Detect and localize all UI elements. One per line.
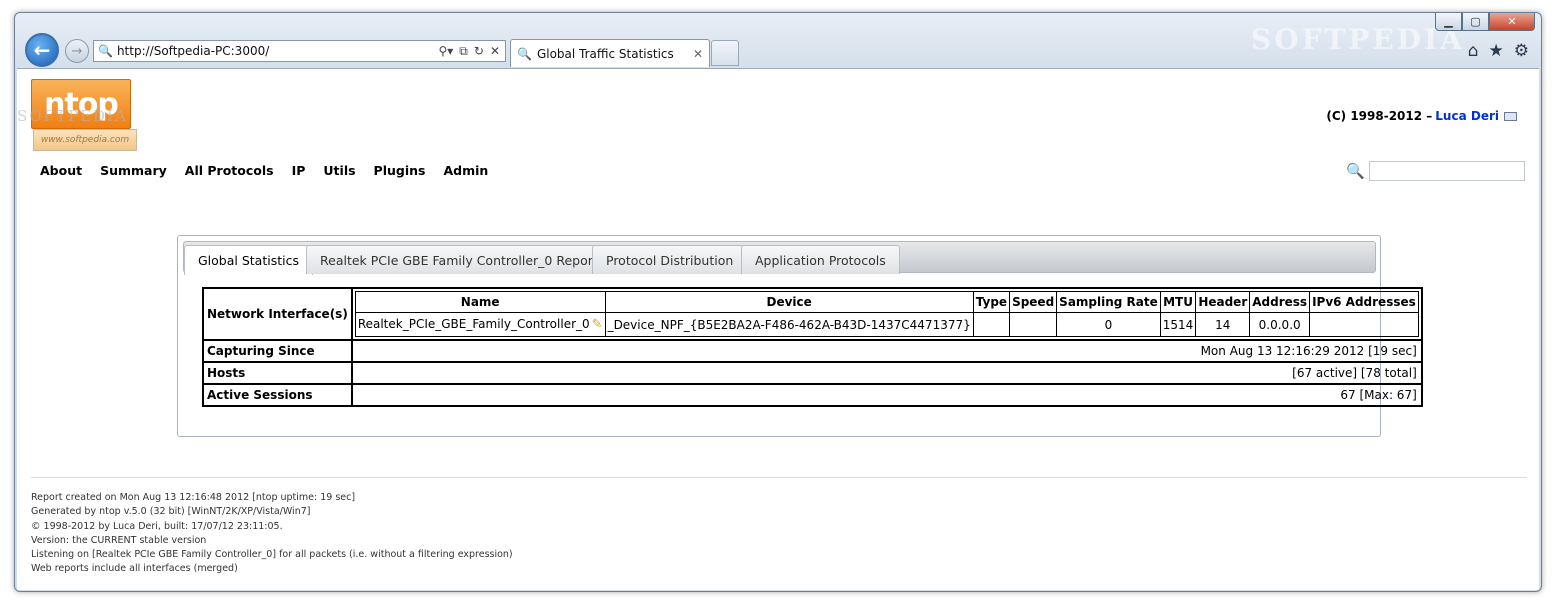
footer-line: Version: the CURRENT stable version [31,534,207,546]
global-stats-table: Network Interface(s) Name Device Type Sp… [202,287,1423,407]
search-icon: 🔍 [1346,162,1365,180]
interface-address: 0.0.0.0 [1249,312,1311,337]
stop-icon[interactable]: ✕ [490,44,500,59]
interface-header: 14 [1195,312,1251,337]
menu-item-plugins[interactable]: Plugins [374,163,426,178]
active-sessions-label: Active Sessions [202,383,353,407]
footer-line: Report created on Mon Aug 13 12:16:48 20… [31,492,356,503]
col-sampling-rate: Sampling Rate [1056,291,1161,313]
main-menu: About Summary All Protocols IP Utils Plu… [40,163,488,178]
home-icon[interactable]: ⌂ [1468,41,1479,61]
page-content: ntop www.softpedia.com SOFTPEDIA (C) 199… [17,68,1539,590]
minimize-button[interactable]: ▁ [1435,13,1462,31]
menu-item-all-protocols[interactable]: All Protocols [185,163,274,178]
author-link[interactable]: Luca Deri [1435,109,1499,123]
interface-device: _Device_NPF_{B5E2BA2A-F486-462A-B43D-143… [604,312,974,337]
report-footer: Report created on Mon Aug 13 12:16:48 20… [31,491,513,577]
favorites-star-icon[interactable]: ★ [1489,41,1504,61]
compatibility-icon[interactable]: ⧉ [459,44,468,59]
footer-line: Listening on [Realtek PCIe GBE Family Co… [31,549,513,561]
gear-icon[interactable]: ⚙ [1514,41,1529,61]
network-interfaces-label: Network Interface(s) [202,287,353,341]
interface-name: Realtek_PCIe_GBE_Family_Controller_0 [357,317,590,331]
col-type: Type [972,291,1011,313]
col-header: Header [1195,291,1251,313]
interface-speed [1009,312,1058,337]
interface-ipv6 [1309,312,1419,337]
pencil-icon[interactable]: ✎ [592,317,603,332]
interface-name-cell: Realtek_PCIe_GBE_Family_Controller_0 ✎ [354,312,606,337]
footer-line: Web reports include all interfaces (merg… [31,563,238,575]
refresh-icon[interactable]: ↻ [474,44,484,59]
interface-mtu: 1514 [1159,312,1197,337]
interface-sampling-rate: 0 [1056,312,1161,337]
tab-title: Global Traffic Statistics [536,46,674,61]
capturing-since-value: Mon Aug 13 12:16:29 2012 [19 sec] [350,339,1423,363]
arrow-right-icon: → [71,43,83,59]
interfaces-table: Name Device Type Speed Sampling Rate MTU… [354,291,1419,337]
mail-icon[interactable] [1504,111,1517,121]
col-name: Name [354,291,606,313]
close-window-button[interactable]: ✕ [1489,13,1535,31]
maximize-button[interactable]: ▢ [1462,13,1489,31]
tab-close-icon[interactable]: ✕ [693,47,703,61]
panel-tabs: Global Statistics Realtek PCIe GBE Famil… [183,241,1376,275]
col-ipv6: IPv6 Addresses [1309,291,1419,313]
search-dropdown-icon[interactable]: ⚲▾ [438,44,453,59]
menu-item-utils[interactable]: Utils [323,163,355,178]
site-search: 🔍 [1346,161,1525,181]
tab-protocol-distribution[interactable]: Protocol Distribution [592,245,748,274]
tab-application-protocols[interactable]: Application Protocols [741,245,900,274]
col-device: Device [604,291,974,313]
footer-divider [31,477,1527,478]
menu-item-about[interactable]: About [40,163,82,178]
active-sessions-value: 67 [Max: 67] [350,383,1423,407]
page-search-icon: 🔍 [98,44,113,58]
stats-panel: Global Statistics Realtek PCIe GBE Famil… [177,235,1423,437]
new-tab-button[interactable] [711,40,739,66]
footer-line: Generated by ntop v.5.0 (32 bit) [WinNT/… [31,506,311,518]
capturing-since-label: Capturing Since [202,339,353,363]
tab-page-icon: 🔍 [517,46,532,61]
hosts-label: Hosts [202,361,353,385]
interface-type [972,312,1011,337]
back-button[interactable]: ← [25,33,59,67]
hosts-value: [67 active] [78 total] [350,361,1423,385]
copyright-line: (C) 1998-2012 – Luca Deri [1326,109,1517,123]
col-speed: Speed [1009,291,1058,313]
menu-item-summary[interactable]: Summary [100,163,167,178]
logo-subtext: www.softpedia.com [33,129,137,151]
browser-tools: ⌂ ★ ⚙ [1468,41,1529,61]
softpedia-watermark: SOFTPEDIA [1251,23,1465,56]
copyright-text: (C) 1998-2012 – [1326,109,1433,123]
col-mtu: MTU [1159,291,1197,313]
browser-window: SOFTPEDIA ▁ ▢ ✕ ← → 🔍 http://Softpedia-P… [14,12,1542,592]
table-row: Realtek_PCIe_GBE_Family_Controller_0 ✎ _D… [354,312,1419,337]
logo-watermark: SOFTPEDIA [17,107,128,125]
col-address: Address [1249,291,1311,313]
tab-global-statistics[interactable]: Global Statistics [184,245,313,275]
window-caption-buttons: ▁ ▢ ✕ [1435,13,1535,31]
forward-button[interactable]: → [65,39,89,63]
arrow-left-icon: ← [33,38,51,62]
browser-tab[interactable]: 🔍 Global Traffic Statistics ✕ [510,39,710,67]
menu-item-admin[interactable]: Admin [443,163,488,178]
menu-item-ip[interactable]: IP [292,163,306,178]
url-text[interactable]: http://Softpedia-PC:3000/ [117,44,439,58]
search-input[interactable] [1369,161,1525,181]
tab-interface-report[interactable]: Realtek PCIe GBE Family Controller_0 Rep… [306,245,612,274]
address-bar[interactable]: 🔍 http://Softpedia-PC:3000/ ⚲▾ ⧉ ↻ ✕ [93,40,506,62]
footer-line: © 1998-2012 by Luca Deri, built: 17/07/1… [31,520,283,532]
